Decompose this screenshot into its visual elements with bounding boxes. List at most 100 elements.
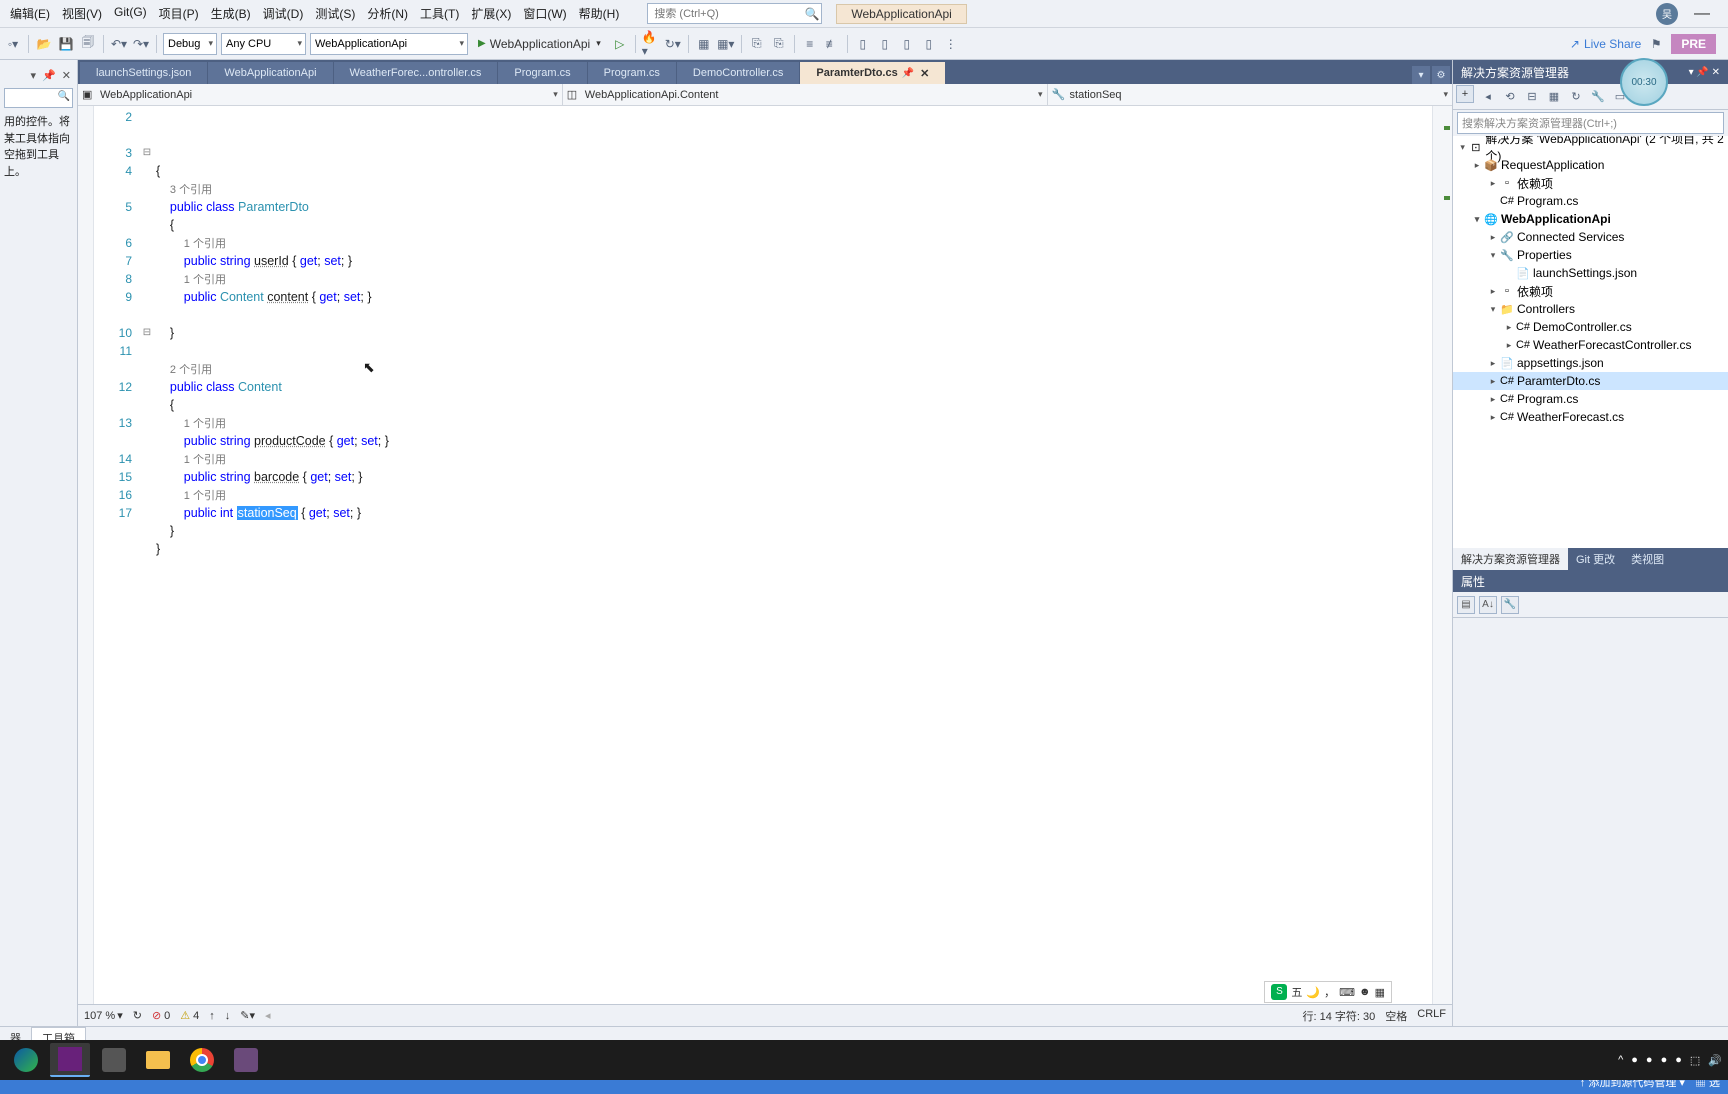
ime-moon-icon[interactable]: 🌙 — [1306, 986, 1320, 999]
pin2-icon[interactable]: 📌 — [42, 69, 56, 82]
editor-tab[interactable]: launchSettings.json — [80, 62, 208, 84]
tree-node[interactable]: ▸▫依赖项 — [1453, 282, 1728, 300]
ime-grid-icon[interactable]: ▦ — [1375, 986, 1385, 999]
hot-reload-icon[interactable]: 🔥▾ — [642, 35, 660, 53]
props-wrench-icon[interactable]: 🔧 — [1501, 596, 1519, 614]
tray-up-icon[interactable]: ^ — [1618, 1054, 1623, 1066]
se-dropdown-icon[interactable]: ▾ 📌 ✕ — [1689, 67, 1720, 78]
run-button[interactable]: ▶WebApplicationApi▾ — [472, 33, 607, 55]
tray-icon[interactable]: ● — [1661, 1054, 1668, 1066]
editor-tab[interactable]: WeatherForec...ontroller.cs — [334, 62, 499, 84]
ime-comma-icon[interactable]: ， — [1324, 984, 1335, 1000]
se-sync-icon[interactable]: ⟲ — [1501, 88, 1519, 106]
se-tab[interactable]: 解决方案资源管理器 — [1453, 548, 1568, 570]
tb-icon-5[interactable]: ▯ — [876, 35, 894, 53]
se-tab[interactable]: 类视图 — [1623, 548, 1672, 570]
pin-icon[interactable]: ▾ — [31, 69, 37, 82]
taskbar-app3[interactable] — [94, 1043, 134, 1077]
nav-project-dropdown[interactable]: ▣WebApplicationApi — [78, 84, 563, 105]
taskbar-explorer[interactable] — [138, 1043, 178, 1077]
menu-item[interactable]: 工具(T) — [414, 2, 465, 25]
platform-select[interactable]: Any CPU — [221, 33, 306, 55]
tray-network-icon[interactable]: ⬚ — [1690, 1054, 1700, 1067]
tree-node[interactable]: ▾🌐WebApplicationApi — [1453, 210, 1728, 228]
tray-volume-icon[interactable]: 🔊 — [1708, 1054, 1722, 1067]
editor-tab[interactable]: ParamterDto.cs📌✕ — [800, 62, 946, 84]
menu-item[interactable]: 窗口(W) — [517, 2, 572, 25]
tab-overflow-icon[interactable]: ▾ — [1412, 66, 1430, 84]
refresh-icon[interactable]: ↻ — [133, 1009, 142, 1022]
search-input[interactable] — [648, 8, 803, 20]
props-cat-icon[interactable]: ▤ — [1457, 596, 1475, 614]
tree-node[interactable]: ▾📁Controllers — [1453, 300, 1728, 318]
pin-icon[interactable]: 📌 — [902, 68, 914, 79]
system-tray[interactable]: ^ ● ● ● ● ⬚ 🔊 — [1618, 1054, 1722, 1067]
nav-type-dropdown[interactable]: ◫WebApplicationApi.Content — [563, 84, 1048, 105]
editor-tab[interactable]: Program.cs — [498, 62, 587, 84]
tree-node[interactable]: ▸C#ParamterDto.cs — [1453, 372, 1728, 390]
indent-type[interactable]: 空格 — [1385, 1008, 1407, 1024]
save-all-icon[interactable]: 🗐 — [79, 35, 97, 53]
user-avatar[interactable]: 吴 — [1656, 3, 1678, 25]
error-count[interactable]: ⊘0 — [152, 1009, 170, 1022]
menu-item[interactable]: 分析(N) — [361, 2, 414, 25]
step-icon[interactable]: ↻▾ — [664, 35, 682, 53]
taskbar-vs[interactable] — [50, 1043, 90, 1077]
tab-settings-icon[interactable]: ⚙ — [1432, 66, 1450, 84]
ime-kb-icon[interactable]: ⌨ — [1339, 986, 1355, 999]
props-az-icon[interactable]: A↓ — [1479, 596, 1497, 614]
taskbar-edge[interactable] — [6, 1043, 46, 1077]
se-tab[interactable]: Git 更改 — [1568, 548, 1623, 570]
tree-node[interactable]: ▸C#Program.cs — [1453, 390, 1728, 408]
menu-item[interactable]: Git(G) — [108, 2, 153, 25]
config-select[interactable]: Debug — [163, 33, 217, 55]
tree-node[interactable]: ▸📄appsettings.json — [1453, 354, 1728, 372]
minimize-button[interactable]: — — [1688, 5, 1716, 23]
startup-select[interactable]: WebApplicationApi — [310, 33, 468, 55]
breakpoint-margin[interactable] — [78, 106, 94, 1004]
uncomment-icon[interactable]: ≢ — [823, 35, 841, 53]
taskbar-app6[interactable] — [226, 1043, 266, 1077]
tree-node[interactable]: ▾🔧Properties — [1453, 246, 1728, 264]
tb-icon-4[interactable]: ⎘ — [770, 35, 788, 53]
editor-tab[interactable]: WebApplicationApi — [208, 62, 333, 84]
tree-node[interactable]: ▸▫依赖项 — [1453, 174, 1728, 192]
tree-node[interactable]: ▸C#DemoController.cs — [1453, 318, 1728, 336]
menu-item[interactable]: 测试(S) — [309, 2, 361, 25]
ime-toolbar[interactable]: S 五 🌙 ， ⌨ ☻ ▦ — [1264, 981, 1392, 1003]
menu-item[interactable]: 帮助(H) — [573, 2, 626, 25]
feedback-icon[interactable]: ⚑ — [1647, 35, 1665, 53]
se-refresh-icon[interactable]: ↻ — [1567, 88, 1585, 106]
se-props-icon[interactable]: 🔧 — [1589, 88, 1607, 106]
se-back-icon[interactable]: ◂ — [1479, 88, 1497, 106]
tree-node[interactable]: ▸C#WeatherForecastController.cs — [1453, 336, 1728, 354]
nav-up-icon[interactable]: ↑ — [209, 1010, 215, 1022]
code-text[interactable]: ⬉ { 3 个引用 public class ParamterDto { 1 个… — [154, 106, 1432, 1004]
editor-tab[interactable]: DemoController.cs — [677, 62, 800, 84]
start-no-debug-icon[interactable]: ▷ — [611, 35, 629, 53]
menu-item[interactable]: 调试(D) — [257, 2, 310, 25]
undo-icon[interactable]: ↶▾ — [110, 35, 128, 53]
ime-face-icon[interactable]: ☻ — [1359, 986, 1371, 998]
save-icon[interactable]: 💾 — [57, 35, 75, 53]
menu-item[interactable]: 扩展(X) — [465, 2, 517, 25]
line-ending[interactable]: CRLF — [1417, 1008, 1446, 1024]
tray-icon[interactable]: ● — [1631, 1054, 1638, 1066]
bookmark-icon[interactable]: ▯ — [854, 35, 872, 53]
se-search[interactable]: 搜索解决方案资源管理器(Ctrl+;) — [1457, 112, 1724, 134]
redo-icon[interactable]: ↷▾ — [132, 35, 150, 53]
close-icon[interactable]: ✕ — [920, 67, 929, 80]
editor-tab[interactable]: Program.cs — [588, 62, 677, 84]
toolbox-search[interactable] — [4, 88, 73, 108]
tray-icon[interactable]: ● — [1646, 1054, 1653, 1066]
tb-icon-1[interactable]: ▦ — [695, 35, 713, 53]
solution-root[interactable]: ▾⊡解决方案 'WebApplicationApi' (2 个项目, 共 2 个… — [1453, 138, 1728, 156]
overview-ruler[interactable] — [1432, 106, 1452, 1004]
nav-plus-icon[interactable]: + — [1456, 85, 1474, 103]
comment-icon[interactable]: ≡ — [801, 35, 819, 53]
fold-margin[interactable]: ⊟⊟ — [140, 106, 154, 1004]
tree-node[interactable]: 📄launchSettings.json — [1453, 264, 1728, 282]
tree-node[interactable]: ▸🔗Connected Services — [1453, 228, 1728, 246]
windows-taskbar[interactable]: ^ ● ● ● ● ⬚ 🔊 — [0, 1040, 1728, 1080]
menu-item[interactable]: 编辑(E) — [4, 2, 56, 25]
